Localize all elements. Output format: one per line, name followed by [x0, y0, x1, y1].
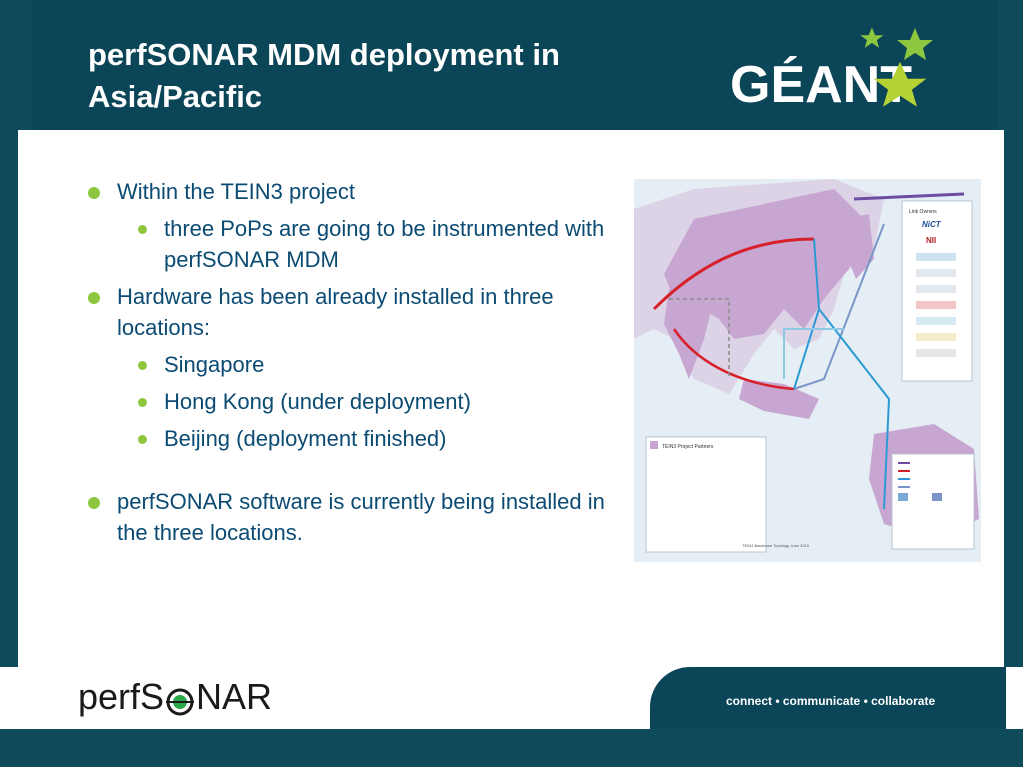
bullet-item: Hardware has been already installed in t… [86, 281, 626, 343]
bullet-item: perfSONAR software is currently being in… [86, 486, 626, 548]
bullet-dot-icon [88, 292, 100, 304]
bullet-text: Hong Kong (under deployment) [164, 389, 471, 414]
sonar-ring-icon [165, 684, 195, 716]
bullet-text: perfSONAR software is currently being in… [117, 489, 605, 545]
bullet-dot-icon [88, 497, 100, 509]
bullet-text: three PoPs are going to be instrumented … [164, 216, 605, 272]
bullet-text: Singapore [164, 352, 265, 377]
svg-text:NiCT: NiCT [922, 220, 942, 229]
tein3-topology-map: Link Owners NiCT NII TEIN3 Project Partn… [634, 179, 981, 562]
bullet-dot-icon [138, 398, 147, 407]
bullet-dot-icon [138, 361, 147, 370]
perfsonar-logo: perfS NAR [78, 676, 272, 718]
bullet-list: Within the TEIN3 project three PoPs are … [86, 176, 626, 554]
svg-text:TEIN3 Backbone Topology June 2: TEIN3 Backbone Topology June 2010 [742, 543, 810, 548]
slide-title: perfSONAR MDM deployment in Asia/Pacific [88, 37, 560, 114]
sub-bullet-item: Hong Kong (under deployment) [86, 386, 626, 417]
svg-text:NII: NII [926, 236, 936, 245]
svg-text:Link Owners: Link Owners [909, 209, 937, 215]
bullet-dot-icon [88, 187, 100, 199]
sub-bullet-item: Beijing (deployment finished) [86, 423, 626, 454]
sub-bullet-item: three PoPs are going to be instrumented … [86, 213, 626, 275]
svg-text:TEIN3 Project Partners: TEIN3 Project Partners [662, 444, 714, 450]
bullet-text: Hardware has been already installed in t… [117, 284, 554, 340]
bullet-text: Beijing (deployment finished) [164, 426, 447, 451]
perfsonar-logo-prefix: perfS [78, 676, 165, 717]
geant-logo: GÉANT [730, 26, 950, 116]
bullet-text: Within the TEIN3 project [117, 179, 356, 204]
bullet-item: Within the TEIN3 project [86, 176, 626, 207]
perfsonar-logo-suffix: NAR [196, 676, 273, 717]
sub-bullet-item: Singapore [86, 349, 626, 380]
bullet-dot-icon [138, 225, 147, 234]
tagline: connect • communicate • collaborate [726, 694, 936, 708]
footer-bottom-strip [0, 729, 1023, 767]
bullet-dot-icon [138, 435, 147, 444]
